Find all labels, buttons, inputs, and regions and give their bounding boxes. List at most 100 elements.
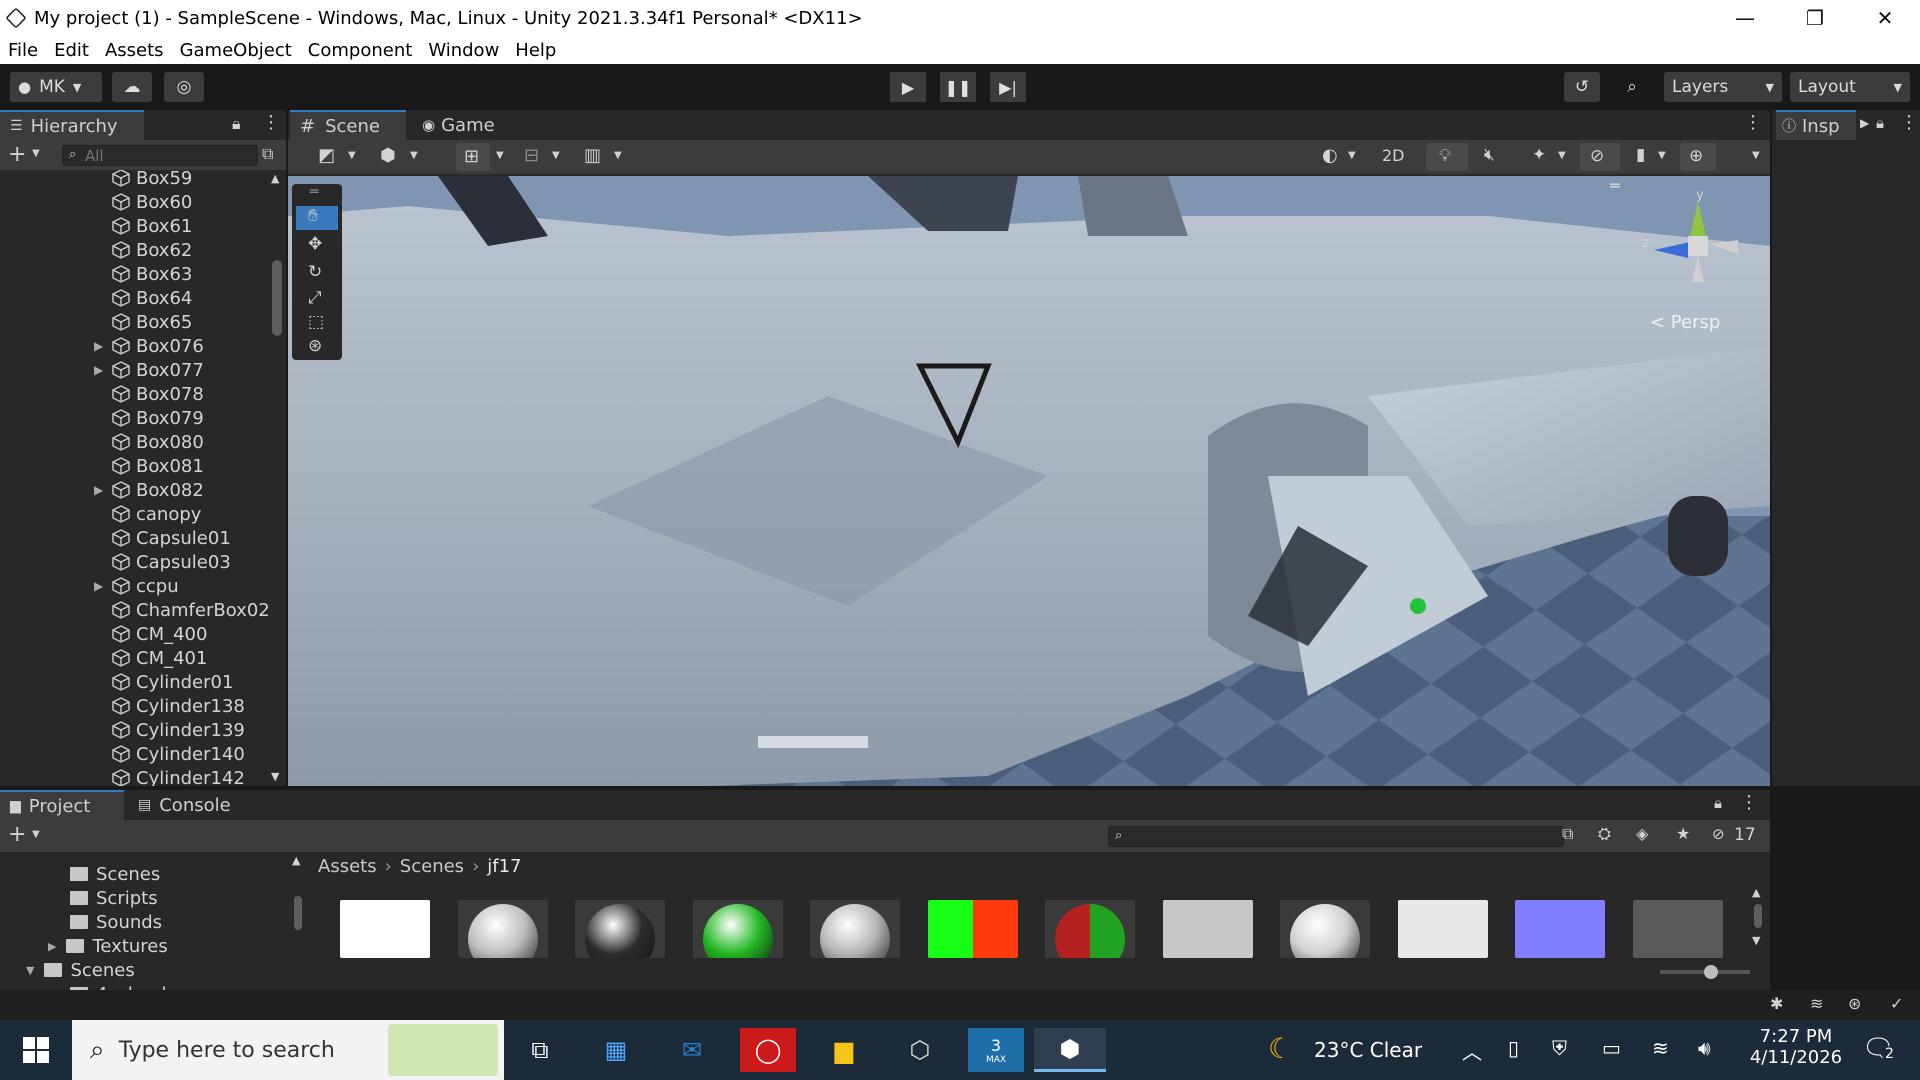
chevron-down-icon[interactable]: ▼ [1658, 150, 1666, 161]
device-icon[interactable]: ▯ [1508, 1036, 1519, 1060]
more-options-icon[interactable]: ⋮ [262, 112, 280, 133]
lock-icon[interactable]: 🔒︎ [1714, 794, 1722, 812]
hierarchy-item[interactable]: ChamferBox02 [0, 598, 268, 622]
chevron-down-icon[interactable]: ▼ [552, 150, 560, 161]
folder-item[interactable]: Scripts [70, 886, 158, 910]
expand-arrow-icon[interactable]: ▶ [94, 579, 103, 593]
hierarchy-search-input[interactable] [85, 146, 255, 165]
undo-history-button[interactable]: ↺ [1564, 72, 1600, 102]
debug-icon[interactable]: ✱ [1770, 994, 1783, 1013]
lighting-toggle[interactable]: 💡︎ [1426, 143, 1468, 171]
tab-hierarchy[interactable]: ☰ Hierarchy [0, 110, 144, 140]
taskbar-search[interactable]: ⌕ Type here to search [72, 1020, 504, 1080]
tab-inspector[interactable]: ⓘ Insp [1776, 110, 1856, 140]
3dsmax-button[interactable]: 3 MAX [968, 1028, 1024, 1072]
asset-thumbnail[interactable] [1280, 900, 1370, 958]
menu-component[interactable]: Component [300, 40, 421, 61]
gizmos-toggle[interactable]: ⊕ [1680, 143, 1716, 171]
scrollbar-thumb[interactable] [272, 260, 282, 336]
lock-icon[interactable]: 🔒︎ [1876, 114, 1884, 132]
hierarchy-item[interactable]: Box080 [0, 430, 268, 454]
menu-edit[interactable]: Edit [46, 40, 97, 61]
collab-button[interactable]: ◎ [164, 72, 204, 102]
move-tool-icon[interactable]: ✥ [308, 234, 322, 254]
scene-visibility-toggle[interactable]: ⊘ [1580, 143, 1620, 171]
hierarchy-item[interactable]: CM_401 [0, 646, 268, 670]
account-dropdown[interactable]: ● MK ▼ [10, 72, 102, 102]
tab-game[interactable]: ◉ Game [412, 110, 512, 140]
start-button[interactable] [8, 1028, 64, 1072]
restore-button[interactable]: ❐ [1780, 0, 1850, 36]
slider-thumb[interactable] [1704, 965, 1718, 979]
chevron-right-icon[interactable]: ▶ [48, 940, 56, 953]
asset-thumbnail[interactable] [457, 900, 548, 958]
scrollbar-thumb[interactable] [294, 896, 302, 930]
battery-icon[interactable]: ▭ [1602, 1036, 1621, 1060]
hierarchy-item[interactable]: Capsule01 [0, 526, 268, 550]
hierarchy-item[interactable]: canopy [0, 502, 268, 526]
camera-icon[interactable]: ▮ [1636, 145, 1645, 165]
hierarchy-item[interactable]: ▶ Box077 [0, 358, 268, 382]
expand-arrow-icon[interactable]: ▶ [94, 363, 103, 377]
layers-icon[interactable]: ≋ [1810, 994, 1823, 1013]
menu-assets[interactable]: Assets [97, 40, 172, 61]
hierarchy-item[interactable]: Cylinder139 [0, 718, 268, 742]
scene-search-icon[interactable]: ⧉ [262, 144, 273, 164]
hierarchy-item[interactable]: Box078 [0, 382, 268, 406]
hierarchy-item[interactable]: CM_400 [0, 622, 268, 646]
hierarchy-item[interactable]: Capsule03 [0, 550, 268, 574]
play-button[interactable]: ▶ [890, 72, 926, 102]
asset-thumbnail[interactable] [575, 900, 665, 958]
snap-icon[interactable]: ⊟ [524, 145, 539, 166]
hierarchy-item[interactable]: Box62 [0, 238, 268, 262]
star-icon[interactable]: ★ [1676, 824, 1690, 843]
tab-project[interactable]: ▆ Project [0, 790, 124, 820]
lighting-icon[interactable]: ⊛ [1848, 994, 1861, 1013]
chevron-down-icon[interactable]: ▼ [1348, 150, 1356, 161]
hierarchy-item[interactable]: Box65 [0, 310, 268, 334]
breadcrumb-assets[interactable]: Assets [318, 856, 377, 877]
asset-thumbnail[interactable] [692, 900, 783, 958]
asset-grid-scrollbar[interactable]: ▲ ▼ [1750, 886, 1766, 966]
chevron-down-icon[interactable]: ▼ [348, 150, 356, 161]
pause-button[interactable]: ❚❚ [940, 72, 976, 102]
drag-handle-icon[interactable]: ═ [1610, 176, 1620, 195]
microsoft-store-button[interactable]: ▦ [588, 1028, 644, 1072]
volume-icon[interactable]: 🔊︎ [1698, 1036, 1711, 1060]
audio-mute-icon[interactable]: 🔇︎ [1484, 145, 1495, 165]
hierarchy-item[interactable]: Cylinder140 [0, 742, 268, 766]
chevron-down-icon[interactable]: ▼ [614, 150, 622, 161]
asset-thumbnail[interactable] [1632, 900, 1723, 958]
chevron-down-icon[interactable]: ▼ [1558, 150, 1566, 161]
label-icon[interactable]: ◈ [1636, 824, 1648, 843]
hierarchy-item[interactable]: Box59 [0, 170, 268, 190]
menu-help[interactable]: Help [507, 40, 564, 61]
menu-gameobject[interactable]: GameObject [172, 40, 300, 61]
step-button[interactable]: ▶| [990, 72, 1026, 102]
expand-arrow-icon[interactable]: ▶ [94, 339, 103, 353]
scrollbar-thumb[interactable] [1754, 904, 1762, 928]
filter-type-icon[interactable]: ⛭ [1598, 824, 1611, 844]
thumbnail-size-slider[interactable] [1660, 965, 1750, 979]
more-options-icon[interactable]: ⋮ [1740, 792, 1758, 813]
unity-editor-button[interactable]: ⬢ [1034, 1028, 1106, 1072]
folder-item[interactable]: ▼ Scenes [26, 958, 135, 982]
notifications-button[interactable]: 🗨︎ 2 [1854, 1030, 1910, 1070]
outlook-button[interactable]: ✉ [664, 1028, 720, 1072]
chevron-down-icon[interactable]: ▼ [1752, 150, 1760, 161]
scroll-down-icon[interactable]: ▼ [271, 770, 279, 783]
asset-thumbnail[interactable] [810, 900, 900, 958]
hierarchy-item[interactable]: Box64 [0, 286, 268, 310]
hierarchy-item[interactable]: Box63 [0, 262, 268, 286]
hierarchy-item[interactable]: Box079 [0, 406, 268, 430]
asset-thumbnail[interactable] [1515, 900, 1605, 958]
scale-tool-icon[interactable]: ⤢ [308, 288, 322, 308]
scroll-up-icon[interactable]: ▲ [292, 854, 300, 867]
asset-thumbnail[interactable] [1162, 900, 1253, 958]
2d-toggle[interactable]: 2D [1382, 146, 1405, 165]
folder-item[interactable]: Scenes [70, 862, 160, 886]
layout-dropdown[interactable]: Layout ▼ [1790, 72, 1910, 102]
wifi-icon[interactable]: ≋ [1652, 1036, 1669, 1060]
menu-file[interactable]: File [0, 40, 46, 61]
projection-label[interactable]: < Persp [1650, 312, 1720, 333]
